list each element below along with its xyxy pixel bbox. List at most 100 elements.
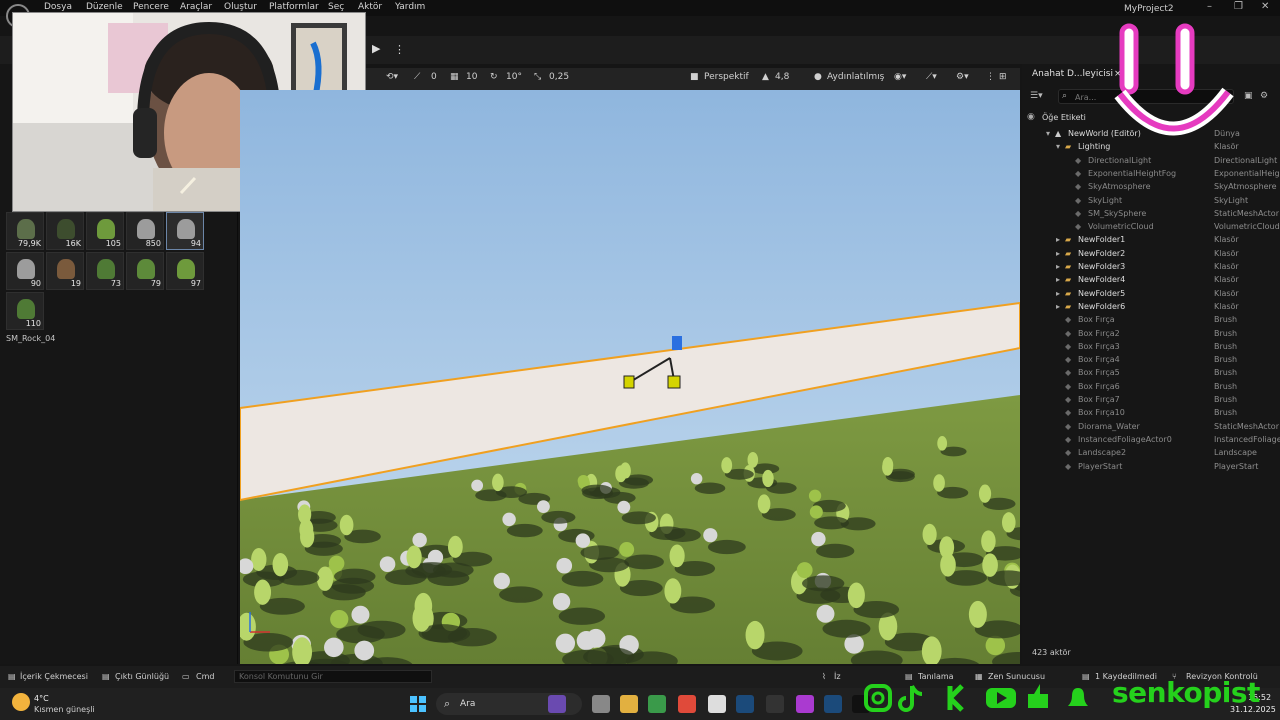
content-drawer-icon[interactable]: ▤ [8,672,16,681]
minimize-icon[interactable]: – [1207,1,1212,12]
settings-gear-icon[interactable]: ⚙▾ [956,72,969,82]
output-log-icon[interactable]: ▤ [102,672,110,681]
menu-select[interactable]: Seç [328,2,344,12]
outliner-row-name[interactable]: SkyLight [1088,196,1122,205]
outliner-row-name[interactable]: InstancedFoliageActor0 [1078,435,1172,444]
weather-temperature[interactable]: 4°C [34,694,49,703]
outliner-row-name[interactable]: NewFolder1 [1078,235,1125,244]
game-app-icon[interactable] [548,695,566,713]
level-viewport[interactable] [240,90,1020,664]
steam-alt-icon[interactable] [824,695,842,713]
outliner-row-name[interactable]: Box Fırça6 [1078,382,1120,391]
close-window-icon[interactable]: ✕ [1261,1,1269,12]
maximize-icon[interactable]: ❐ [1234,1,1243,12]
viewport-layout-icon[interactable]: ⊞ [999,72,1007,82]
camera-speed-icon[interactable]: ▲ [762,72,769,82]
outliner-row-name[interactable]: SkyAtmosphere [1088,182,1151,191]
foliage-tile[interactable]: 16K [46,212,84,250]
foliage-tile[interactable]: 19 [46,252,84,290]
eye-icon[interactable]: ◉ [1027,112,1035,122]
content-drawer-button[interactable]: İçerik Çekmecesi [20,672,88,681]
outliner-row-name[interactable]: SM_SkySphere [1088,209,1146,218]
outliner-row-name[interactable]: NewFolder5 [1078,289,1125,298]
angle-snap-value[interactable]: 10° [506,72,522,82]
epic-games-icon[interactable] [766,695,784,713]
menu-window[interactable]: Pencere [133,2,169,12]
scale-snap-value[interactable]: 0,25 [549,72,569,82]
grid-snap-icon[interactable]: ▦ [450,72,459,82]
camera-speed-value[interactable]: 4,8 [775,72,789,82]
outliner-row-name[interactable]: NewFolder4 [1078,275,1125,284]
outliner-row-name[interactable]: ExponentialHeightFog [1088,169,1176,178]
weather-sun-icon[interactable] [12,693,30,711]
cmd-icon[interactable]: ▭ [182,672,190,681]
outliner-row-name[interactable]: Box Fırça4 [1078,355,1120,364]
menu-tools[interactable]: Araçlar [180,2,212,12]
lighting-icon[interactable]: ● [814,72,822,82]
outliner-row-name[interactable]: Landscape2 [1078,448,1126,457]
rotation-snap-value[interactable]: 0 [431,72,437,82]
foliage-tile[interactable]: 90 [6,252,44,290]
add-folder-icon[interactable]: ▣ [1244,91,1253,101]
foliage-tile[interactable]: 94 [166,212,204,250]
outliner-row-name[interactable]: Box Fırça2 [1078,329,1120,338]
outliner-row-name[interactable]: Box Fırça5 [1078,368,1120,377]
windows-start-icon[interactable] [410,696,426,712]
outliner-row-name[interactable]: DirectionalLight [1088,156,1151,165]
collapse-arrow-icon[interactable]: ▸ [1056,262,1060,271]
scene-render[interactable] [240,90,1020,664]
foliage-tile[interactable]: 79,9K [6,212,44,250]
collapse-arrow-icon[interactable]: ▸ [1056,289,1060,298]
steam-icon[interactable] [736,695,754,713]
show-flags-icon[interactable]: ◉▾ [894,72,906,82]
outliner-row-name[interactable]: Box Fırça10 [1078,408,1125,417]
view-mode-dropdown[interactable]: Perspektif [704,72,749,82]
clock-app-icon[interactable] [708,695,726,713]
outliner-row-name[interactable]: Box Fırça7 [1078,395,1120,404]
outliner-row-name[interactable]: NewFolder6 [1078,302,1125,311]
menu-create[interactable]: Oluştur [224,2,257,12]
grid-snap-value[interactable]: 10 [466,72,477,82]
camera-icon[interactable]: ■ [690,72,699,82]
rotation-snap-icon[interactable]: ⟋ [414,72,420,82]
transform-mode-icon[interactable]: ⟲▾ [386,72,398,82]
foliage-tile[interactable]: 850 [126,212,164,250]
foliage-tile[interactable]: 105 [86,212,124,250]
scale-snap-icon[interactable]: ⤡ [534,72,541,82]
item-label-column[interactable]: Öğe Etiketi [1042,113,1086,122]
angle-snap-icon[interactable]: ↻ [490,72,498,82]
file-explorer-icon[interactable] [620,695,638,713]
taskbar-search-label[interactable]: Ara [460,699,475,709]
filter-icon[interactable]: ☰▾ [1030,91,1043,101]
trace-dropdown[interactable]: İz [834,672,841,681]
lighting-mode-dropdown[interactable]: Aydınlatılmış [827,72,884,82]
outliner-row-name[interactable]: Box Fırça [1078,315,1115,324]
cmd-dropdown[interactable]: Cmd [196,672,214,681]
chrome-icon[interactable] [678,695,696,713]
menu-file[interactable]: Dosya [44,2,72,12]
outliner-row-name[interactable]: Diorama_Water [1078,422,1140,431]
menu-help[interactable]: Yardım [395,2,425,12]
expand-arrow-icon[interactable]: ▾ [1056,142,1060,151]
foliage-tile[interactable]: 97 [166,252,204,290]
viewport-options-icon[interactable]: ⋮ [986,72,995,82]
collapse-arrow-icon[interactable]: ▸ [1056,235,1060,244]
collapse-arrow-icon[interactable]: ▸ [1056,275,1060,284]
outliner-row-name[interactable]: PlayerStart [1078,462,1122,471]
play-icon[interactable]: ▶ [372,42,386,56]
trace-icon[interactable]: ⌇ [822,672,826,681]
foliage-tile[interactable]: 79 [126,252,164,290]
outliner-row-name[interactable]: VolumetricCloud [1088,222,1154,231]
menu-edit[interactable]: Düzenle [86,2,123,12]
outliner-tab[interactable]: Anahat D...leyicisi [1032,69,1113,79]
realtime-icon[interactable]: ⟋▾ [926,72,937,82]
collapse-arrow-icon[interactable]: ▸ [1056,249,1060,258]
more-options-icon[interactable]: ⋮ [394,43,405,56]
outliner-row-name[interactable]: NewFolder2 [1078,249,1125,258]
foliage-tile[interactable]: 110 [6,292,44,330]
outliner-settings-icon[interactable]: ⚙ [1260,91,1268,101]
menu-actor[interactable]: Aktör [358,2,382,12]
store-icon[interactable] [648,695,666,713]
outliner-row-name[interactable]: Box Fırça3 [1078,342,1120,351]
task-view-icon[interactable] [592,695,610,713]
